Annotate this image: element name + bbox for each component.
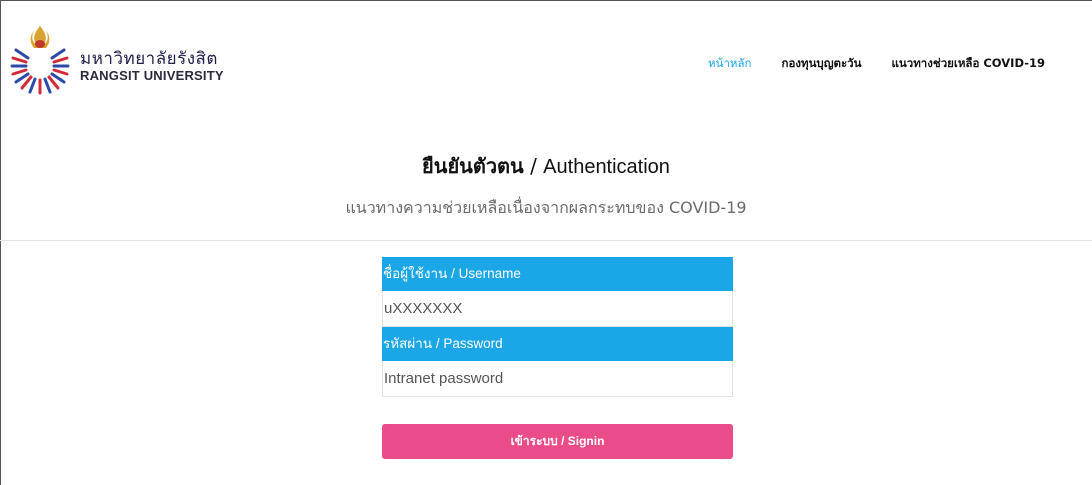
- password-field-wrapper: [382, 361, 733, 397]
- page-title-english: Authentication: [543, 156, 670, 178]
- password-label: รหัสผ่าน / Password: [382, 327, 733, 361]
- login-form: ชื่อผู้ใช้งาน / Username รหัสผ่าน / Pass…: [382, 257, 733, 397]
- username-label: ชื่อผู้ใช้งาน / Username: [382, 257, 733, 291]
- page-title-separator: /: [523, 154, 544, 178]
- university-logo-icon[interactable]: [8, 22, 72, 96]
- brand-name-thai: มหาวิทยาลัยรังสิต: [80, 49, 218, 69]
- brand[interactable]: มหาวิทยาลัยรังสิต RANGSIT UNIVERSITY: [80, 50, 224, 84]
- site-header: มหาวิทยาลัยรังสิต RANGSIT UNIVERSITY หน้…: [0, 0, 1092, 118]
- main-nav: หน้าหลัก กองทุนบุญตะวัน แนวทางช่วยเหลือ …: [708, 55, 1075, 73]
- brand-name-english: RANGSIT UNIVERSITY: [80, 68, 224, 83]
- password-input[interactable]: [384, 361, 732, 396]
- nav-covid-assistance[interactable]: แนวทางช่วยเหลือ COVID-19: [892, 55, 1045, 73]
- signin-button[interactable]: เข้าระบบ / Signin: [382, 424, 733, 459]
- page-subtitle: แนวทางความช่วยเหลือเนื่องจากผลกระทบของ C…: [345, 198, 747, 217]
- username-field-wrapper: [382, 291, 733, 327]
- nav-home[interactable]: หน้าหลัก: [708, 55, 752, 73]
- page-title: ยืนยันตัวตน / Authentication: [0, 150, 1092, 182]
- nav-boontawan-fund[interactable]: กองทุนบุญตะวัน: [782, 55, 862, 73]
- section-divider: [0, 240, 1092, 241]
- page-title-thai: ยืนยันตัวตน: [422, 154, 524, 178]
- username-input[interactable]: [384, 291, 732, 326]
